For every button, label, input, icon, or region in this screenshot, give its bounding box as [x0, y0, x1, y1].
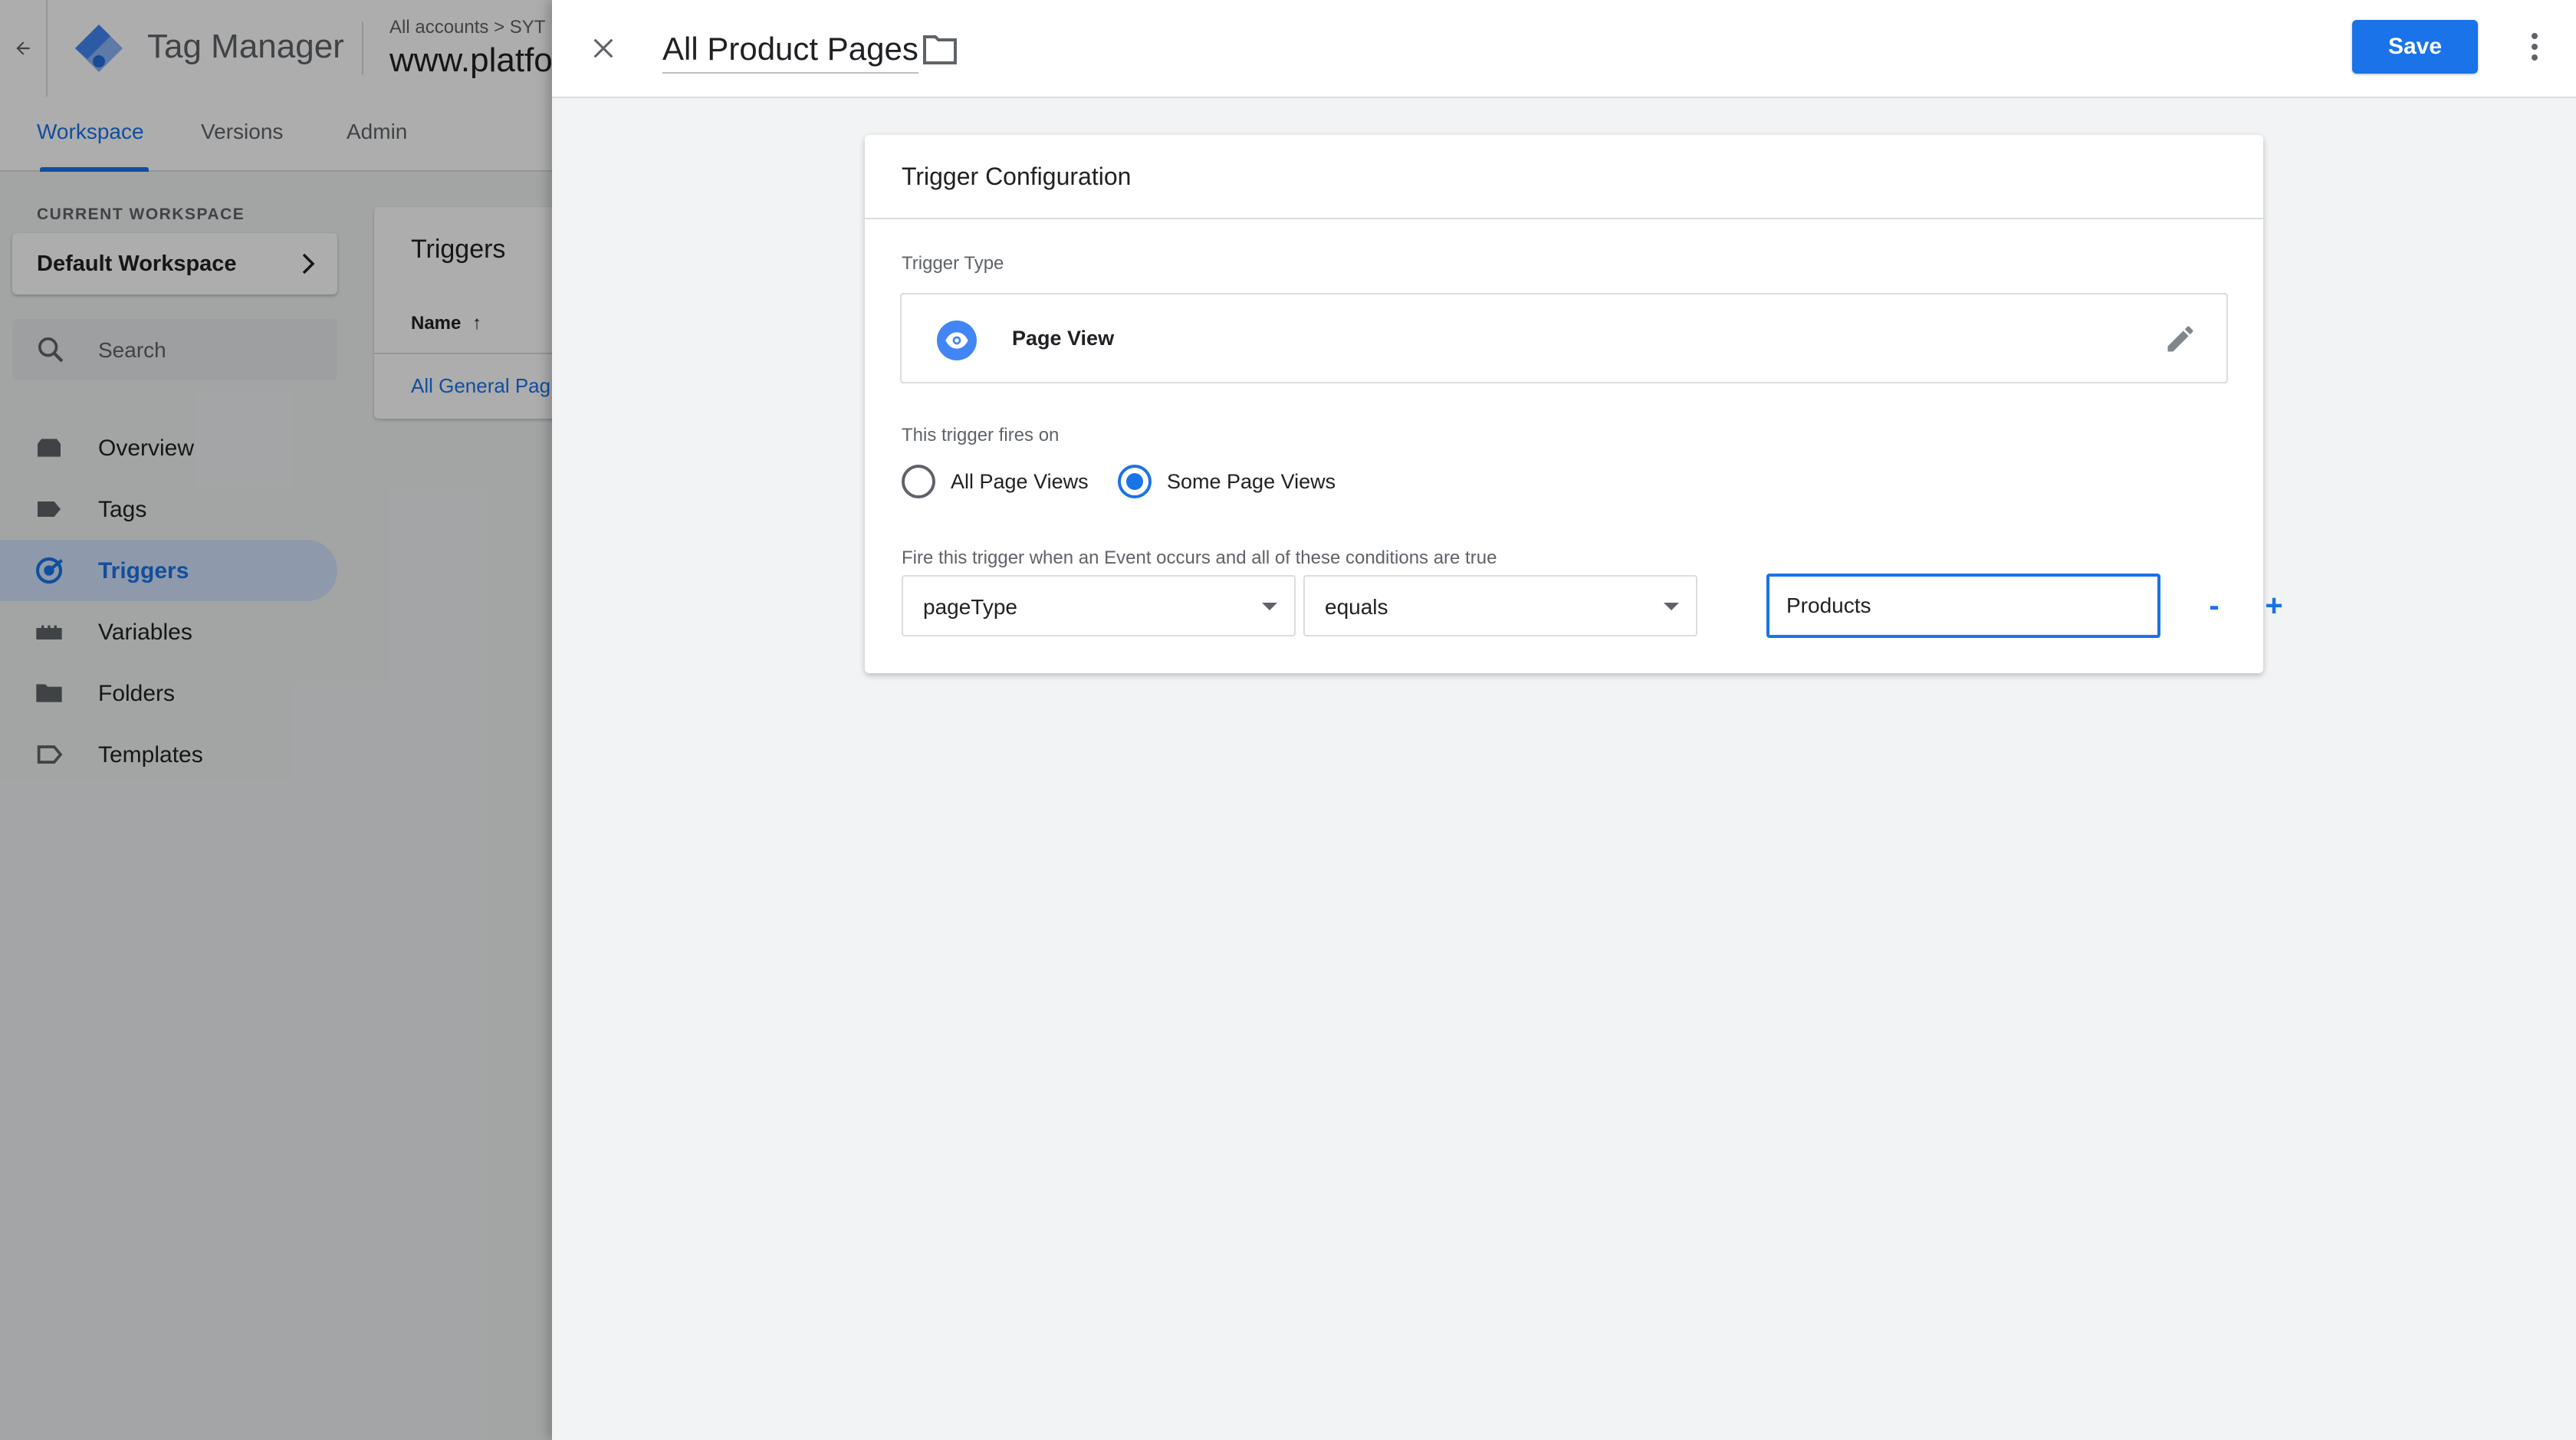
eye-icon	[937, 321, 977, 360]
panel-header: All Product Pages Save	[552, 0, 2576, 98]
condition-variable-select[interactable]: pageType	[902, 575, 1296, 636]
folder-icon[interactable]	[922, 32, 958, 66]
trigger-type-name: Page View	[1012, 327, 1115, 350]
edit-pencil-icon[interactable]	[2164, 322, 2197, 356]
condition-operator-select[interactable]: equals	[1303, 575, 1697, 636]
dropdown-arrow-icon	[1262, 603, 1277, 610]
dropdown-arrow-icon	[1664, 603, 1679, 610]
trigger-type-label: Trigger Type	[902, 253, 1004, 274]
close-icon	[593, 38, 613, 58]
radio-label: Some Page Views	[1167, 469, 1336, 493]
select-value: pageType	[923, 595, 1017, 619]
card-title: Trigger Configuration	[902, 163, 1132, 190]
add-condition-button[interactable]: +	[2251, 575, 2297, 636]
trigger-editor-panel: All Product Pages Save Trigger Configura…	[552, 0, 2576, 1440]
trigger-name-field[interactable]: All Product Pages	[662, 31, 918, 74]
radio-label: All Page Views	[951, 469, 1089, 493]
card-header: Trigger Configuration	[865, 135, 2263, 219]
conditions-label: Fire this trigger when an Event occurs a…	[902, 547, 1497, 568]
remove-condition-button[interactable]: -	[2191, 575, 2237, 636]
condition-value-input[interactable]	[1766, 574, 2160, 638]
trigger-type-selector[interactable]: Page View	[900, 293, 2228, 383]
radio-all-page-views[interactable]: All Page Views	[902, 465, 1089, 498]
radio-button-checked[interactable]	[1118, 465, 1152, 498]
trigger-configuration-card: Trigger Configuration Trigger Type Page …	[865, 135, 2283, 673]
save-button[interactable]: Save	[2352, 20, 2478, 74]
more-options-icon[interactable]	[2519, 28, 2550, 66]
close-button[interactable]	[584, 29, 623, 67]
radio-button[interactable]	[902, 465, 935, 498]
select-value: equals	[1325, 595, 1388, 619]
radio-some-page-views[interactable]: Some Page Views	[1118, 465, 1336, 498]
fires-on-label: This trigger fires on	[902, 425, 1060, 445]
